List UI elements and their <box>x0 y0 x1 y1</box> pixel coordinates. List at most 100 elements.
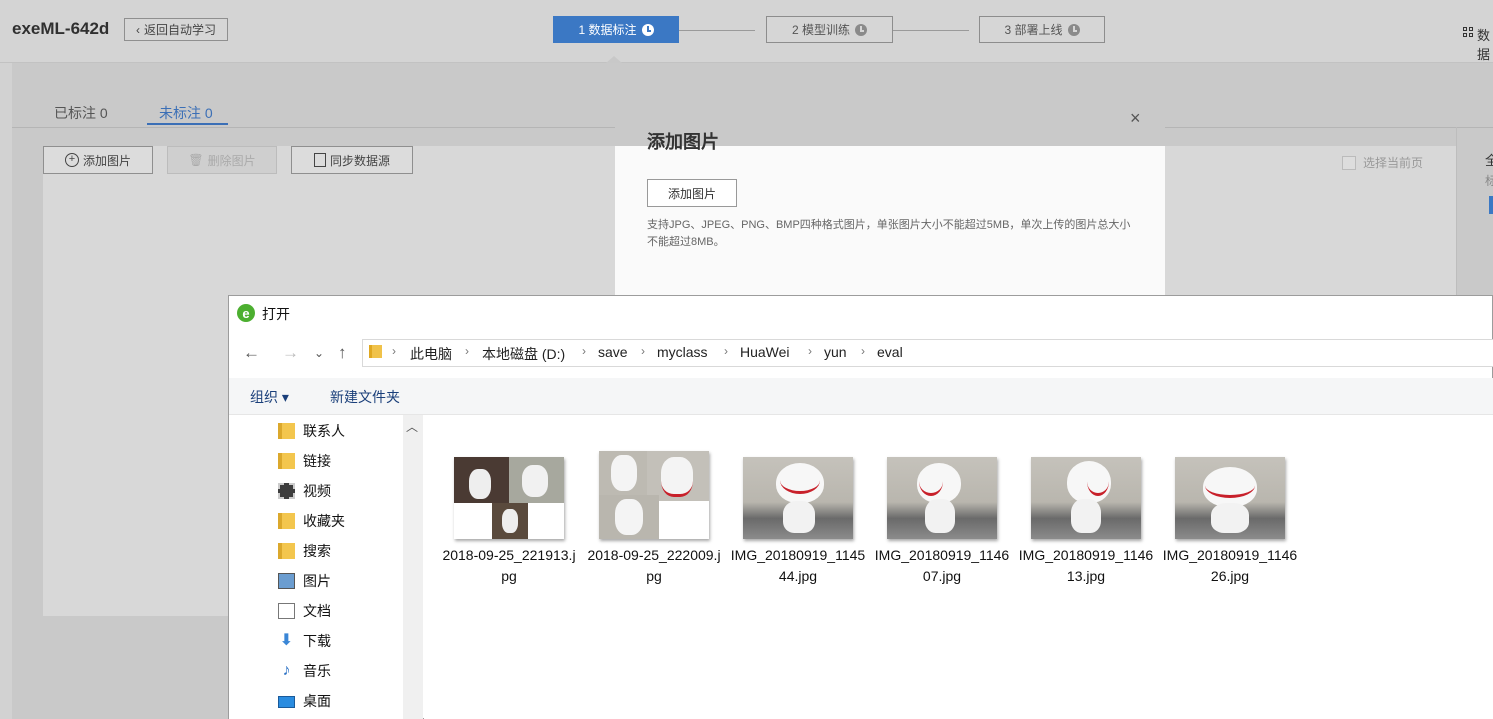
right-panel-heading: 全 <box>1485 153 1493 168</box>
breadcrumb-item[interactable]: save <box>598 344 628 360</box>
nav-item-downloads[interactable]: ⬇ 下载 <box>278 631 331 651</box>
breadcrumb-separator: › <box>641 344 645 358</box>
up-arrow-icon[interactable]: ↑ <box>338 343 347 363</box>
step-deploy[interactable]: 3 部署上线 <box>979 16 1105 43</box>
modal-add-image-button[interactable]: 添加图片 <box>647 179 737 207</box>
back-arrow-icon[interactable]: ← <box>243 343 260 363</box>
nav-pane-scrollbar[interactable] <box>403 415 423 719</box>
nav-item-favorites[interactable]: 收藏夹 <box>278 511 345 531</box>
nav-item-searches[interactable]: 搜索 <box>278 541 331 561</box>
file-item[interactable]: 2018-09-25_222009.jpg <box>584 445 724 595</box>
active-tab-indicator <box>147 123 228 125</box>
trash-icon: 🗑 <box>188 153 204 167</box>
grid-icon <box>1463 27 1474 38</box>
image-thumbnail <box>599 451 709 539</box>
chevron-left-icon: ‹ <box>135 22 140 37</box>
breadcrumb-separator: › <box>724 344 728 358</box>
close-icon[interactable]: × <box>1130 108 1141 129</box>
breadcrumb-separator: › <box>861 344 865 358</box>
nav-item-desktop[interactable]: 桌面 <box>278 691 331 711</box>
nav-item-label: 搜索 <box>303 543 331 559</box>
recent-locations-chevron-icon[interactable]: ⌄ <box>314 346 324 360</box>
forward-arrow-icon[interactable]: → <box>282 343 299 363</box>
select-page-label: 选择当前页 <box>1363 156 1424 170</box>
video-icon <box>278 483 295 499</box>
image-thumbnail <box>1031 457 1141 539</box>
file-item[interactable]: IMG_20180919_114613.jpg <box>1016 445 1156 595</box>
dialog-command-bar <box>229 378 1493 415</box>
search-icon <box>278 543 295 559</box>
nav-item-label: 桌面 <box>303 693 331 709</box>
file-name: IMG_20180919_114544.jpg <box>730 547 866 584</box>
tab-labeled[interactable]: 已标注 0 <box>54 103 108 123</box>
nav-item-links[interactable]: 链接 <box>278 451 331 471</box>
nav-item-label: 下载 <box>303 633 331 649</box>
clock-icon <box>641 23 654 36</box>
delete-image-button[interactable]: 🗑 删除图片 <box>167 146 277 174</box>
sync-datasource-button[interactable]: 同步数据源 <box>291 146 413 174</box>
nav-item-label: 文档 <box>303 603 331 619</box>
step-label: 1 数据标注 <box>578 23 637 37</box>
pictures-icon <box>278 573 295 589</box>
sync-datasource-label: 同步数据源 <box>329 153 390 168</box>
step-connector <box>893 30 969 31</box>
folder-icon <box>369 345 382 358</box>
back-button-label: 返回自动学习 <box>143 23 216 37</box>
delete-image-label: 删除图片 <box>207 153 256 168</box>
file-item[interactable]: IMG_20180919_114544.jpg <box>728 445 868 595</box>
favorites-icon <box>278 513 295 529</box>
image-thumbnail <box>454 457 564 539</box>
organize-button[interactable]: 组织 ▾ <box>250 387 289 407</box>
modal-title: 添加图片 <box>647 132 719 152</box>
add-image-button[interactable]: + 添加图片 <box>43 146 153 174</box>
sync-doc-icon <box>313 153 326 167</box>
step-model-training[interactable]: 2 模型训练 <box>766 16 893 43</box>
modal-hint-text: 支持JPG、JPEG、PNG、BMP四种格式图片，单张图片大小不能超过5MB，单… <box>647 219 1131 248</box>
data-link[interactable]: 数据 <box>1477 25 1493 63</box>
file-item[interactable]: IMG_20180919_114607.jpg <box>872 445 1012 595</box>
nav-item-music[interactable]: ♪ 音乐 <box>278 661 332 681</box>
tab-unlabeled[interactable]: 未标注 0 <box>159 103 213 123</box>
breadcrumb-item[interactable]: yun <box>824 344 847 360</box>
links-icon <box>278 453 295 469</box>
breadcrumb-separator: › <box>808 344 812 358</box>
clock-icon <box>1067 23 1080 36</box>
file-name: 2018-09-25_221913.jpg <box>442 547 576 584</box>
breadcrumb-item[interactable]: 此电脑 <box>410 344 452 364</box>
scroll-up-icon[interactable]: ︿ <box>406 418 418 435</box>
file-item[interactable]: IMG_20180919_114626.jpg <box>1160 445 1300 595</box>
file-name: 2018-09-25_222009.jpg <box>587 547 721 584</box>
nav-item-label: 图片 <box>303 573 331 589</box>
step-data-labeling[interactable]: 1 数据标注 <box>553 16 679 43</box>
select-current-page-checkbox[interactable]: 选择当前页 <box>1342 154 1423 171</box>
nav-item-pictures[interactable]: 图片 <box>278 571 331 591</box>
contacts-icon <box>278 423 295 439</box>
breadcrumb-item[interactable]: 本地磁盘 (D:) <box>482 344 565 364</box>
dialog-title: 打开 <box>262 306 290 322</box>
browser-e-icon: e <box>237 304 255 322</box>
music-icon: ♪ <box>282 662 291 679</box>
checkbox-box <box>1342 155 1356 170</box>
image-thumbnail <box>743 457 853 539</box>
nav-item-contacts[interactable]: 联系人 <box>278 421 345 441</box>
breadcrumb-item[interactable]: eval <box>877 344 903 360</box>
nav-item-label: 联系人 <box>303 423 345 439</box>
breadcrumb-separator: › <box>392 344 396 358</box>
clock-icon <box>855 23 867 36</box>
breadcrumb-item[interactable]: HuaWei <box>740 344 790 360</box>
nav-item-label: 收藏夹 <box>303 513 345 529</box>
right-panel-subtext: 标 <box>1485 174 1493 188</box>
nav-item-label: 视频 <box>303 483 331 499</box>
image-thumbnail <box>887 457 997 539</box>
nav-item-label: 音乐 <box>303 663 331 679</box>
back-to-automl-button[interactable]: ‹ 返回自动学习 <box>124 18 228 41</box>
breadcrumb-item[interactable]: myclass <box>657 344 708 360</box>
nav-item-documents[interactable]: 文档 <box>278 601 331 621</box>
nav-item-videos[interactable]: 视频 <box>278 481 331 501</box>
new-folder-button[interactable]: 新建文件夹 <box>330 387 400 407</box>
file-name: IMG_20180919_114607.jpg <box>874 547 1010 584</box>
file-item[interactable]: 2018-09-25_221913.jpg <box>439 445 579 595</box>
breadcrumb-separator: › <box>582 344 586 358</box>
step-connector <box>679 30 755 31</box>
desktop-icon <box>278 696 295 708</box>
